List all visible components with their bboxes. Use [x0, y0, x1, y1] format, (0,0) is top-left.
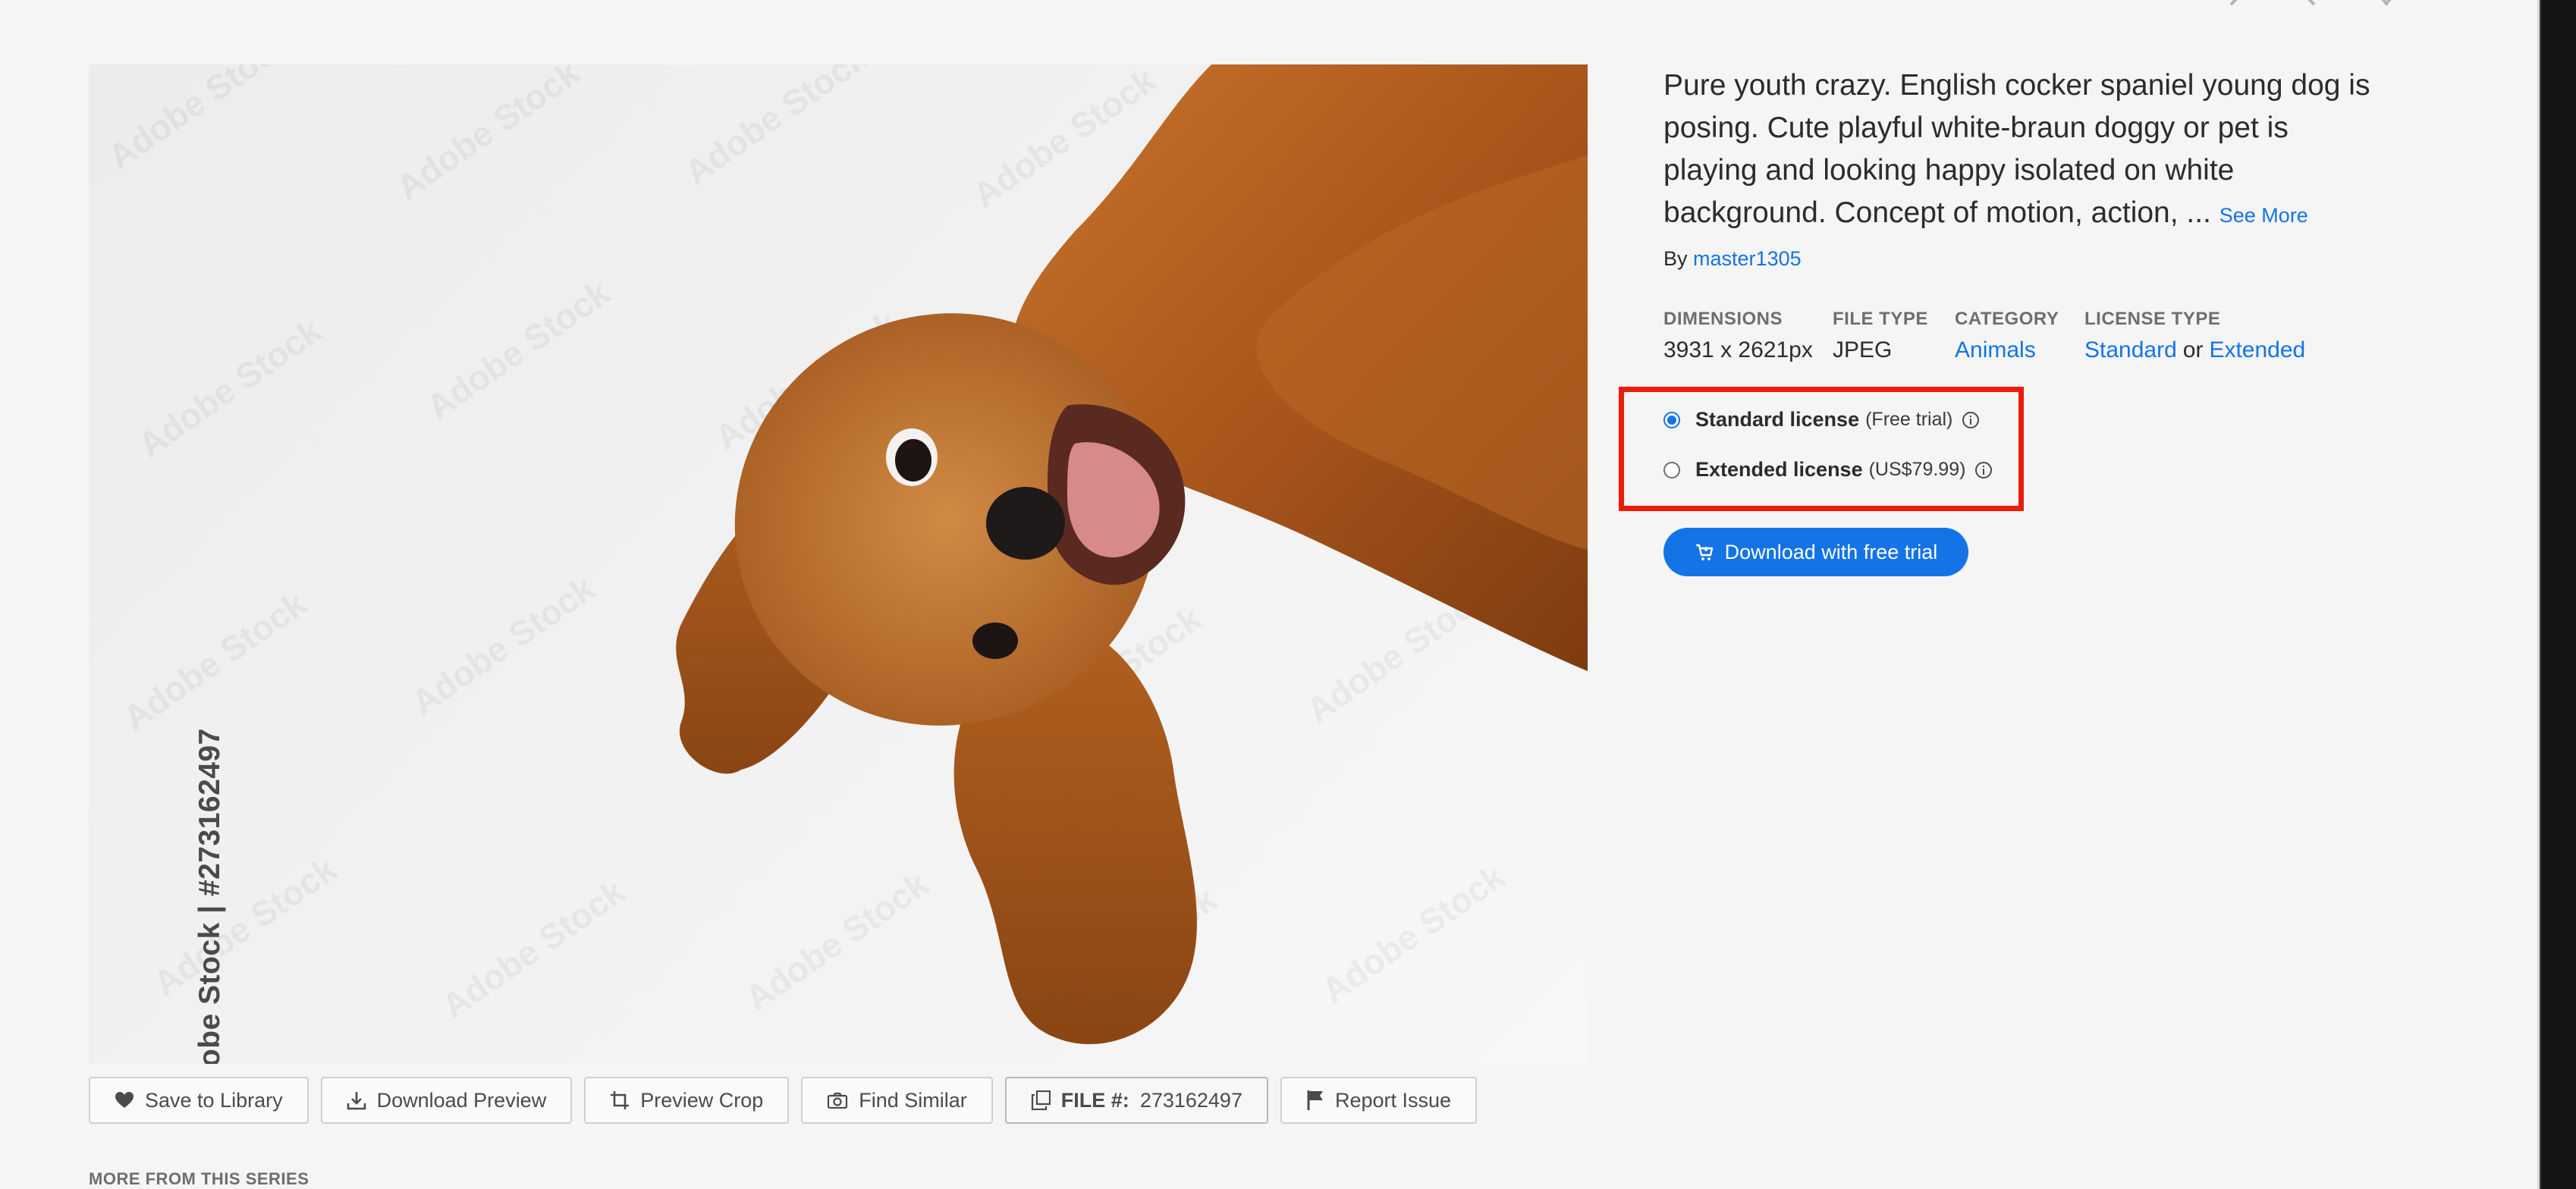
meta-category: CATEGORY Animals: [1955, 309, 2084, 363]
top-navigation: [2212, 0, 2409, 14]
close-button[interactable]: [2364, 0, 2409, 14]
svg-text:Adobe Stock: Adobe Stock: [435, 871, 632, 1026]
asset-info-panel: Pure youth crazy. English cocker spaniel…: [1663, 64, 2377, 362]
meta-dimensions-label: DIMENSIONS: [1663, 309, 1783, 329]
svg-text:Adobe Stock: Adobe Stock: [146, 849, 344, 1003]
preview-crop-label: Preview Crop: [640, 1088, 764, 1112]
standard-license-option[interactable]: Standard license (Free trial): [1663, 408, 1980, 431]
svg-text:Adobe Stock: Adobe Stock: [404, 568, 602, 723]
save-to-library-button[interactable]: Save to Library: [89, 1077, 309, 1124]
see-more-link[interactable]: See More: [2219, 204, 2308, 227]
extended-license-option[interactable]: Extended license (US$79.99): [1663, 458, 1993, 482]
download-preview-button[interactable]: Download Preview: [320, 1077, 573, 1124]
info-icon[interactable]: [1974, 461, 1993, 479]
crop-icon: [611, 1091, 630, 1109]
puppy-illustration: Adobe Stock Adobe Stock Adobe Stock Adob…: [101, 64, 1588, 1045]
more-from-series-heading: MORE FROM THIS SERIES: [89, 1169, 309, 1188]
find-similar-button[interactable]: Find Similar: [801, 1077, 993, 1124]
heart-icon: [115, 1092, 134, 1108]
by-label: By: [1663, 247, 1688, 270]
copy-icon: [1031, 1090, 1051, 1110]
extended-license-radio[interactable]: [1663, 461, 1680, 478]
close-icon: [2381, 0, 2392, 6]
download-with-free-trial-button[interactable]: Download with free trial: [1663, 528, 1968, 576]
meta-license-type: LICENSE TYPE Standard or Extended: [2084, 309, 2335, 363]
svg-text:Adobe Stock: Adobe Stock: [419, 272, 617, 427]
meta-file-type: FILE TYPE JPEG: [1833, 309, 1955, 363]
watermark-text: Adobe Stock: [101, 64, 298, 177]
download-preview-label: Download Preview: [376, 1088, 547, 1112]
asset-action-toolbar: Save to Library Download Preview Preview…: [89, 1077, 1478, 1124]
previous-button[interactable]: [2212, 0, 2257, 14]
meta-dimensions: DIMENSIONS 3931 x 2621px: [1663, 309, 1833, 363]
standard-license-link[interactable]: Standard: [2084, 337, 2177, 362]
file-number-button[interactable]: FILE #: 273162497: [1004, 1077, 1268, 1124]
find-similar-label: Find Similar: [859, 1088, 967, 1112]
license-highlight-box: [1619, 387, 2024, 511]
download-icon: [347, 1092, 366, 1110]
standard-license-radio[interactable]: [1663, 411, 1680, 428]
svg-text:Adobe Stock: Adobe Stock: [389, 64, 586, 207]
standard-license-note: (Free trial): [1865, 409, 1953, 430]
asset-metadata: DIMENSIONS 3931 x 2621px FILE TYPE JPEG …: [1663, 309, 2335, 363]
right-edge-strip: [2540, 0, 2576, 1189]
license-or-text: or: [2182, 337, 2204, 362]
author-byline: By master1305: [1663, 247, 2377, 271]
info-icon[interactable]: [1962, 411, 1980, 429]
svg-text:Adobe Stock: Adobe Stock: [738, 864, 935, 1018]
author-link[interactable]: master1305: [1693, 247, 1802, 270]
meta-category-label: CATEGORY: [1955, 309, 2059, 329]
svg-text:Adobe Stock: Adobe Stock: [1315, 856, 1512, 1011]
svg-text:Adobe Stock: Adobe Stock: [116, 583, 313, 738]
svg-text:Adobe Stock: Adobe Stock: [131, 310, 328, 465]
meta-file-type-label: FILE TYPE: [1833, 309, 1928, 329]
preview-crop-button[interactable]: Preview Crop: [584, 1077, 790, 1124]
extended-license-link[interactable]: Extended: [2209, 337, 2305, 362]
meta-license-type-label: LICENSE TYPE: [2084, 309, 2221, 329]
file-number-value: 273162497: [1139, 1088, 1242, 1112]
save-to-library-label: Save to Library: [145, 1088, 283, 1112]
flag-icon: [1307, 1090, 1323, 1110]
asset-title: Pure youth crazy. English cocker spaniel…: [1663, 64, 2377, 237]
file-number-label: FILE #:: [1060, 1088, 1129, 1112]
camera-icon: [828, 1092, 848, 1109]
cart-icon: [1695, 544, 1713, 560]
standard-license-label: Standard license: [1695, 408, 1860, 431]
download-button-label: Download with free trial: [1724, 540, 1938, 563]
category-link[interactable]: Animals: [1955, 337, 2084, 363]
meta-dimensions-value: 3931 x 2621px: [1663, 337, 1813, 362]
extended-license-note: (US$79.99): [1868, 459, 1966, 480]
asset-preview-image[interactable]: Adobe Stock Adobe Stock Adobe Stock Adob…: [89, 64, 1588, 1064]
extended-license-label: Extended license: [1695, 458, 1863, 481]
chevron-left-icon: [2229, 0, 2238, 6]
next-button[interactable]: [2288, 0, 2333, 14]
svg-text:Adobe Stock: Adobe Stock: [677, 64, 875, 192]
chevron-right-icon: [2307, 0, 2316, 6]
report-issue-button[interactable]: Report Issue: [1280, 1077, 1478, 1124]
preview-credit-text: Adobe Stock | #273162497: [193, 728, 226, 1064]
meta-file-type-value: JPEG: [1833, 337, 1893, 362]
report-issue-label: Report Issue: [1334, 1088, 1452, 1112]
